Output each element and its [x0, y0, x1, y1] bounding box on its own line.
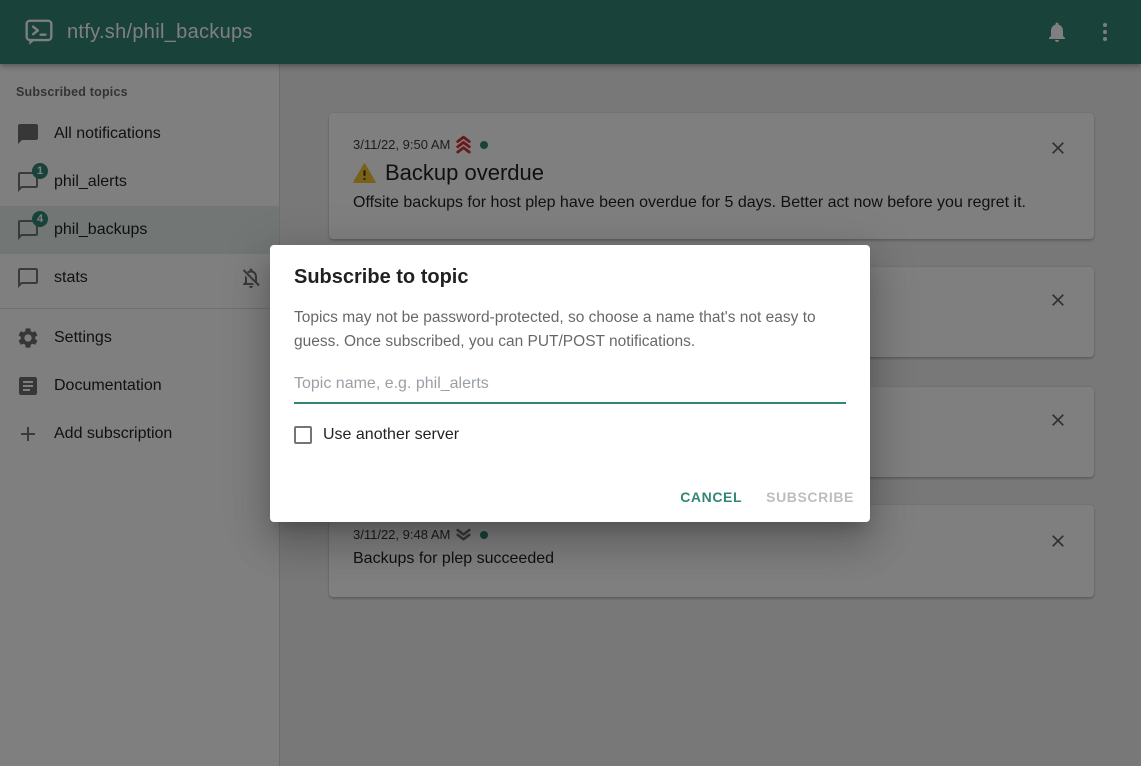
checkbox-unchecked-icon[interactable]	[294, 426, 312, 444]
dialog-title: Subscribe to topic	[294, 266, 846, 289]
checkbox-label: Use another server	[323, 426, 459, 444]
subscribe-dialog: Subscribe to topic Topics may not be pas…	[270, 245, 870, 522]
use-another-server-option[interactable]: Use another server	[294, 426, 846, 444]
cancel-button[interactable]: CANCEL	[672, 480, 750, 514]
subscribe-button[interactable]: SUBSCRIBE	[758, 480, 862, 514]
topic-name-input[interactable]	[294, 367, 846, 404]
dialog-description: Topics may not be password-protected, so…	[294, 306, 846, 354]
